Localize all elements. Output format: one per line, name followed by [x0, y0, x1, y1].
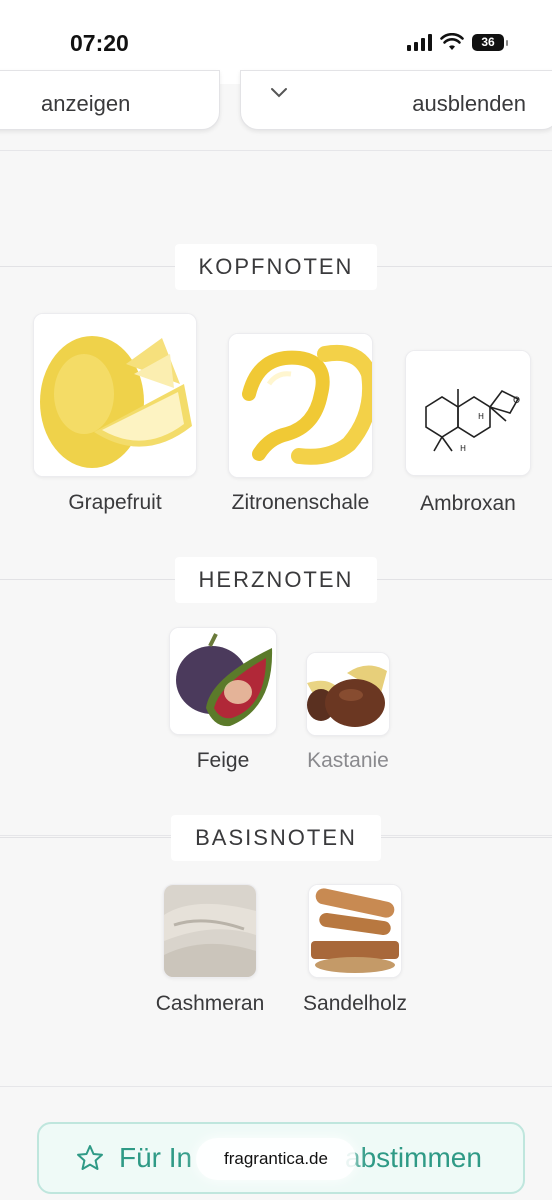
section-title-base-label: BASISNOTEN — [171, 815, 381, 861]
svg-text:H: H — [478, 412, 484, 421]
hide-button[interactable]: ausblenden — [240, 70, 552, 130]
note-cashmeran[interactable]: Cashmeran — [156, 884, 264, 1015]
signal-icon — [407, 33, 432, 51]
section-title-top: KOPFNOTEN — [0, 244, 552, 290]
chevron-down-icon — [271, 88, 287, 98]
wifi-icon — [440, 33, 464, 50]
note-grapefruit[interactable]: Grapefruit — [33, 313, 197, 514]
watermark: fragrantica.de — [196, 1138, 356, 1180]
section-title-heart: HERZNOTEN — [0, 557, 552, 603]
section-title-base: BASISNOTEN — [0, 815, 552, 861]
star-icon — [77, 1145, 103, 1170]
svg-text:O: O — [513, 396, 520, 406]
show-button[interactable]: anzeigen — [0, 70, 220, 130]
note-name: Cashmeran — [155, 992, 265, 1015]
section-title-heart-label: HERZNOTEN — [174, 557, 378, 603]
vote-button-label-start: Für In — [119, 1142, 193, 1173]
grapefruit-image — [33, 313, 197, 477]
show-button-label: anzeigen — [41, 91, 131, 116]
chestnut-image — [306, 652, 390, 736]
note-name: Kastanie — [307, 749, 389, 772]
cashmere-fabric-image — [163, 884, 257, 978]
note-feige[interactable]: Feige — [169, 627, 277, 772]
hide-button-label: ausblenden — [412, 91, 526, 116]
divider — [0, 1086, 552, 1087]
section-title-top-label: KOPFNOTEN — [174, 244, 378, 290]
status-time: 07:20 — [70, 30, 129, 56]
note-name: Sandelholz — [303, 992, 407, 1015]
divider — [0, 150, 552, 151]
note-name: Ambroxan — [420, 492, 516, 515]
note-sandelholz[interactable]: Sandelholz — [303, 884, 407, 1015]
fig-image — [169, 627, 277, 735]
note-name: Feige — [196, 749, 250, 772]
note-zitronenschale[interactable]: Zitronenschale — [228, 333, 373, 514]
svg-text:H: H — [460, 444, 466, 453]
note-ambroxan[interactable]: O H H Ambroxan — [405, 350, 531, 515]
battery-icon: 36 — [472, 33, 508, 51]
note-name: Grapefruit — [68, 491, 162, 514]
note-kastanie[interactable]: Kastanie — [306, 652, 390, 772]
note-name: Zitronenschale — [231, 491, 370, 514]
sandalwood-image — [308, 884, 402, 978]
vote-button-label-end: abstimmen — [345, 1142, 482, 1173]
lemon-peel-image — [228, 333, 373, 478]
status-icons: 36 — [407, 33, 508, 51]
ambroxan-molecule-image: O H H — [405, 350, 531, 476]
